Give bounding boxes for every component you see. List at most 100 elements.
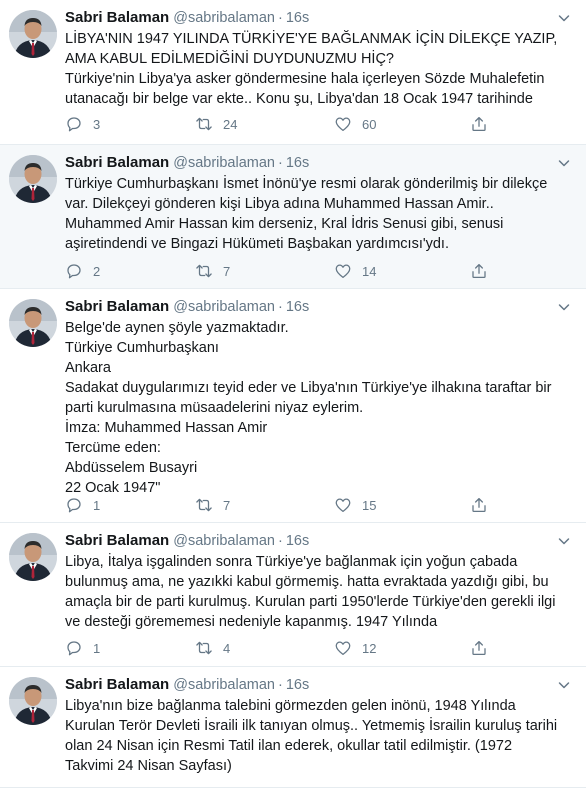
author-name[interactable]: Sabri Balaman xyxy=(65,532,169,549)
tweet-text-line: aşiretindendi ve Bingazi Hükümeti Başbak… xyxy=(65,236,449,252)
tweet-header: Sabri Balaman @sabribalaman · 16s xyxy=(65,675,572,695)
avatar-image xyxy=(9,533,57,581)
heart-icon xyxy=(335,641,351,656)
chevron-down-icon[interactable] xyxy=(556,677,572,693)
reply-button[interactable]: 3 xyxy=(65,114,100,134)
tweet-text: LİBYA'NIN 1947 YILINDA TÜRKİYE'YE BAĞLAN… xyxy=(65,29,572,109)
chevron-down-icon[interactable] xyxy=(556,299,572,315)
tweet-text-line: LİBYA'NIN 1947 YILINDA TÜRKİYE'YE BAĞLAN… xyxy=(65,31,558,47)
author-name[interactable]: Sabri Balaman xyxy=(65,298,169,315)
author-handle[interactable]: @sabribalaman xyxy=(173,10,275,26)
tweet[interactable]: Sabri Balaman @sabribalaman · 16s LİBYA'NIN… xyxy=(0,0,586,145)
timestamp[interactable]: 16s xyxy=(286,299,309,315)
tweet-text-line: Türkiye'nin Libya'ya asker göndermesine … xyxy=(65,71,545,87)
separator-dot: · xyxy=(278,299,283,315)
author-name[interactable]: Sabri Balaman xyxy=(65,154,169,171)
tweet-text: Belge'de aynen şöyle yazmaktadır. Türkiye… xyxy=(65,318,572,498)
timestamp[interactable]: 16s xyxy=(286,155,309,171)
avatar[interactable] xyxy=(9,533,57,581)
avatar[interactable] xyxy=(9,155,57,203)
retweet-count: 7 xyxy=(223,263,231,279)
reply-button[interactable]: 2 xyxy=(65,261,100,281)
retweet-button[interactable]: 4 xyxy=(195,638,230,658)
heart-icon xyxy=(335,498,351,513)
retweet-button[interactable]: 7 xyxy=(195,261,230,281)
like-button[interactable]: 12 xyxy=(334,638,376,658)
reply-icon xyxy=(67,641,81,656)
tweet[interactable]: Sabri Balaman @sabribalaman · 16s Türkiye C… xyxy=(0,145,586,289)
share-button[interactable] xyxy=(470,638,498,658)
like-count: 60 xyxy=(362,116,377,132)
tweet-text-line: Abdüsselem Busayri xyxy=(65,460,198,476)
reply-button[interactable]: 1 xyxy=(65,495,100,515)
share-button[interactable] xyxy=(470,261,498,281)
chevron-down-icon[interactable] xyxy=(556,533,572,549)
like-button[interactable]: 15 xyxy=(334,495,376,515)
reply-count: 2 xyxy=(93,263,101,279)
reply-button[interactable]: 1 xyxy=(65,638,100,658)
share-button[interactable] xyxy=(470,114,498,134)
share-icon xyxy=(472,116,486,132)
timeline: Sabri Balaman @sabribalaman · 16s LİBYA'NIN… xyxy=(0,0,586,788)
tweet-text: Libya'nın bize bağlanma talebini görmezd… xyxy=(65,696,572,776)
share-icon xyxy=(472,263,486,279)
tweet-actions: 3 24 60 xyxy=(65,114,505,134)
tweet-text-line: utanacağı bir belge var ekte.. Konu şu, … xyxy=(65,91,533,107)
reply-count: 1 xyxy=(93,640,101,656)
like-count: 12 xyxy=(362,640,377,656)
avatar[interactable] xyxy=(9,677,57,725)
avatar[interactable] xyxy=(9,10,57,58)
tweet[interactable]: Sabri Balaman @sabribalaman · 16s Belge'de … xyxy=(0,289,586,523)
tweet-text: Libya, İtalya işgalinden sonra Türkiye'y… xyxy=(65,552,572,632)
heart-icon xyxy=(335,117,351,132)
tweet-actions: 1 4 12 xyxy=(65,638,505,658)
separator-dot: · xyxy=(278,10,283,26)
author-handle[interactable]: @sabribalaman xyxy=(173,533,275,549)
avatar-image xyxy=(9,155,57,203)
reply-count: 3 xyxy=(93,116,101,132)
tweet-text-line: olan 24 Nisan için Resmi Tatil ilan eder… xyxy=(65,738,513,754)
retweet-button[interactable]: 7 xyxy=(195,495,230,515)
author-handle[interactable]: @sabribalaman xyxy=(173,299,275,315)
reply-icon xyxy=(67,498,81,513)
author-handle[interactable]: @sabribalaman xyxy=(173,155,275,171)
retweet-count: 4 xyxy=(223,640,231,656)
avatar-image xyxy=(9,10,57,58)
reply-icon xyxy=(67,117,81,132)
reply-count: 1 xyxy=(93,497,101,513)
separator-dot: · xyxy=(278,677,283,693)
tweet-text-line: Muhammed Amir Hassan kim derseniz, Kral … xyxy=(65,216,504,232)
heart-icon xyxy=(335,264,351,279)
timestamp[interactable]: 16s xyxy=(286,677,309,693)
avatar[interactable] xyxy=(9,299,57,347)
tweet[interactable]: Sabri Balaman @sabribalaman · 16s Libya, İt… xyxy=(0,523,586,667)
timestamp[interactable]: 16s xyxy=(286,10,309,26)
like-button[interactable]: 14 xyxy=(334,261,376,281)
tweet-text-line: Takvimi 24 Nisan Sayfası) xyxy=(65,758,232,774)
tweet-text-line: Sadakat duygularımızı teyid eder ve Liby… xyxy=(65,380,552,396)
tweet-text: Türkiye Cumhurbaşkanı İsmet İnönü'ye res… xyxy=(65,174,572,254)
author-name[interactable]: Sabri Balaman xyxy=(65,9,169,26)
retweet-icon xyxy=(196,264,212,278)
avatar-image xyxy=(9,299,57,347)
chevron-down-icon[interactable] xyxy=(556,10,572,26)
author-handle[interactable]: @sabribalaman xyxy=(173,677,275,693)
tweet-text-line: Belge'de aynen şöyle yazmaktadır. xyxy=(65,320,289,336)
reply-icon xyxy=(67,264,81,279)
like-count: 14 xyxy=(362,263,377,279)
tweet-header: Sabri Balaman @sabribalaman · 16s xyxy=(65,531,572,551)
tweet-text-line: Türkiye Cumhurbaşkanı xyxy=(65,340,219,356)
retweet-icon xyxy=(196,498,212,512)
retweet-button[interactable]: 24 xyxy=(195,114,237,134)
tweet-actions: 1 7 15 xyxy=(65,495,505,515)
tweet-header: Sabri Balaman @sabribalaman · 16s xyxy=(65,8,572,28)
author-name[interactable]: Sabri Balaman xyxy=(65,676,169,693)
chevron-down-icon[interactable] xyxy=(556,155,572,171)
timestamp[interactable]: 16s xyxy=(286,533,309,549)
like-count: 15 xyxy=(362,497,377,513)
share-button[interactable] xyxy=(470,495,498,515)
tweet[interactable]: Sabri Balaman @sabribalaman · 16s Libya'nın… xyxy=(0,667,586,788)
tweet-text-line: Libya, İtalya işgalinden sonra Türkiye'y… xyxy=(65,554,518,570)
like-button[interactable]: 60 xyxy=(334,114,376,134)
retweet-count: 24 xyxy=(223,116,238,132)
